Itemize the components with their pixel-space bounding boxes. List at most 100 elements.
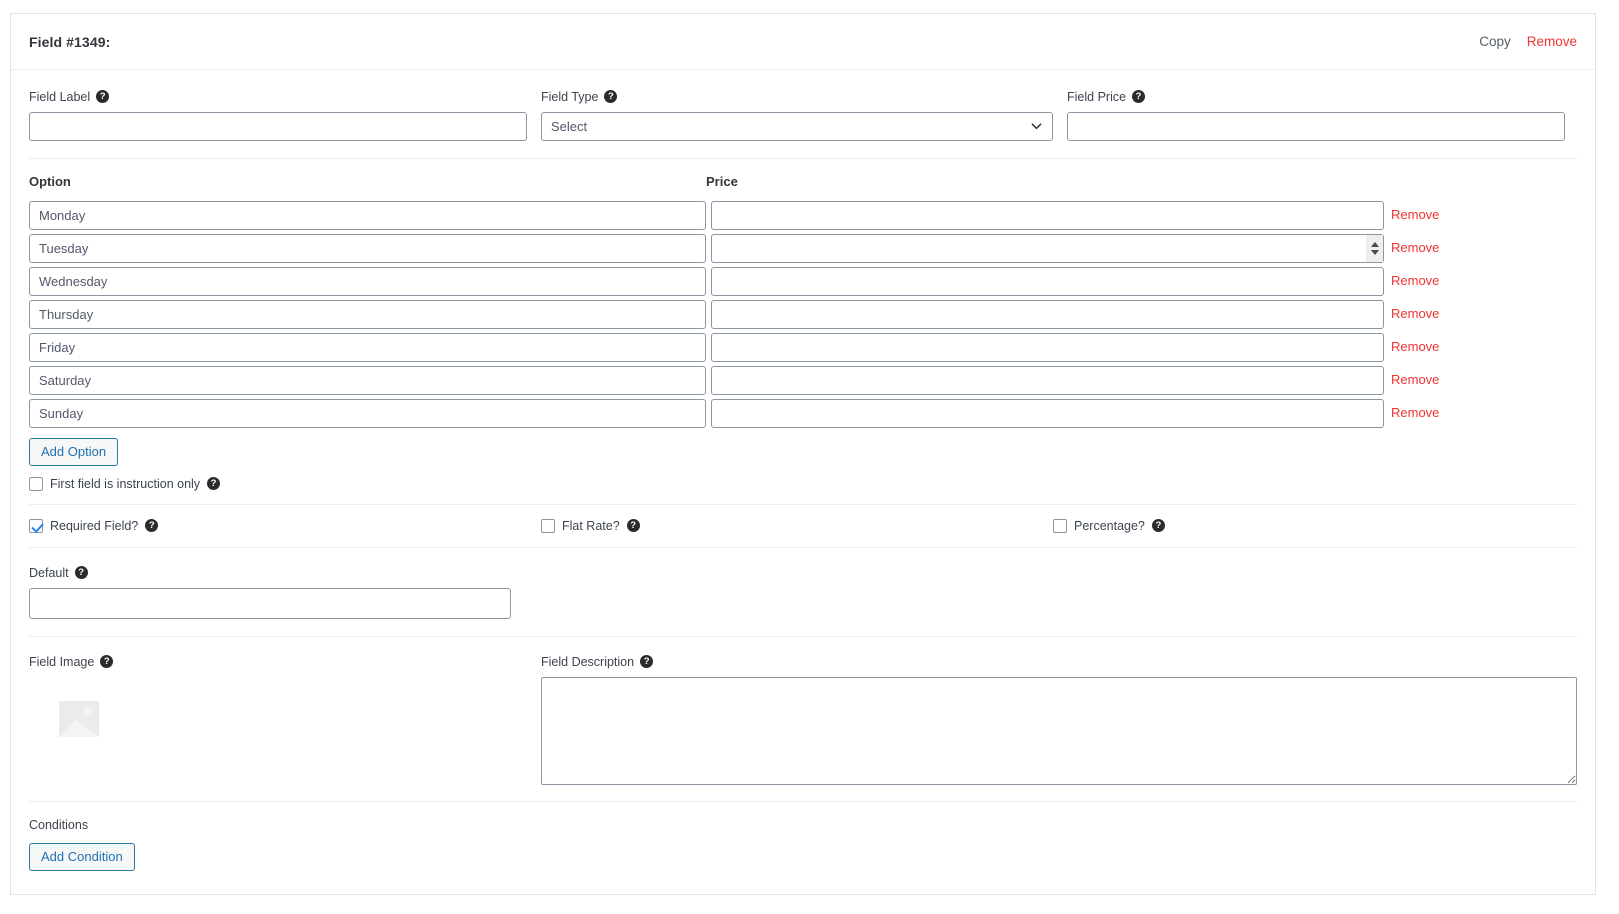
option-cell	[29, 332, 706, 362]
help-icon[interactable]: ?	[1151, 518, 1165, 532]
help-icon[interactable]: ?	[96, 89, 110, 103]
panel-header: Field #1349: Copy Remove	[11, 14, 1595, 70]
image-placeholder-sun	[83, 706, 92, 716]
flat-rate-group: Flat Rate? ?	[541, 518, 1053, 534]
field-price-caption: Field Price ?	[1067, 89, 1146, 104]
option-input[interactable]	[29, 233, 706, 263]
toggles-row: Required Field? ? Flat Rate? ? Percentag…	[11, 505, 1595, 547]
field-type-caption: Field Type ?	[541, 89, 618, 104]
remove-option-link[interactable]: Remove	[1391, 240, 1439, 255]
field-description-textarea[interactable]	[541, 676, 1577, 785]
table-row: Remove	[11, 199, 1595, 232]
help-icon[interactable]: ?	[640, 654, 654, 668]
column-header-price: Price	[706, 173, 738, 189]
spinner-down-icon[interactable]	[1370, 249, 1379, 255]
help-icon[interactable]: ?	[626, 518, 640, 532]
add-condition-button[interactable]: Add Condition	[29, 842, 135, 872]
option-cell	[29, 365, 706, 395]
price-cell	[711, 266, 1384, 296]
flat-rate-label: Flat Rate?	[562, 519, 620, 534]
remove-option-link[interactable]: Remove	[1391, 372, 1439, 387]
price-cell	[711, 200, 1384, 230]
price-input[interactable]	[711, 200, 1384, 230]
field-description-caption: Field Description ?	[541, 654, 654, 669]
remove-cell: Remove	[1391, 305, 1439, 323]
option-cell	[29, 398, 706, 428]
price-cell	[711, 365, 1384, 395]
field-type-text: Field Type	[541, 90, 599, 104]
flat-rate-row: Flat Rate? ?	[541, 518, 1053, 534]
help-icon[interactable]: ?	[145, 518, 159, 532]
help-icon[interactable]: ?	[207, 476, 221, 490]
field-image-group: Field Image ?	[29, 653, 541, 785]
remove-option-link[interactable]: Remove	[1391, 405, 1439, 420]
default-row: Default ?	[11, 548, 1595, 636]
option-cell	[29, 266, 706, 296]
remove-option-link[interactable]: Remove	[1391, 339, 1439, 354]
copy-field-link[interactable]: Copy	[1479, 34, 1511, 49]
field-type-select[interactable]	[541, 111, 1053, 141]
option-input[interactable]	[29, 398, 706, 428]
field-label-input[interactable]	[29, 111, 527, 141]
remove-cell: Remove	[1391, 272, 1439, 290]
default-label: Default	[29, 566, 69, 581]
price-input[interactable]	[711, 266, 1384, 296]
required-field-group: Required Field? ?	[29, 518, 541, 534]
field-price-input[interactable]	[1067, 111, 1565, 141]
table-row: Remove	[11, 364, 1595, 397]
percentage-row: Percentage? ?	[1053, 518, 1453, 534]
column-header-option: Option	[29, 173, 71, 189]
help-icon[interactable]: ?	[604, 89, 618, 103]
option-cell	[29, 200, 706, 230]
field-image-label: Field Image	[29, 655, 95, 670]
default-group: Default ?	[29, 564, 511, 620]
percentage-group: Percentage? ?	[1053, 518, 1453, 534]
flat-rate-checkbox[interactable]	[541, 519, 555, 534]
percentage-checkbox[interactable]	[1053, 519, 1067, 534]
price-input[interactable]	[711, 233, 1384, 263]
add-option-section: Add Option	[11, 437, 1595, 467]
image-placeholder-icon[interactable]	[59, 700, 99, 737]
help-icon[interactable]: ?	[100, 654, 114, 668]
option-input[interactable]	[29, 200, 706, 230]
remove-cell: Remove	[1391, 338, 1439, 356]
option-input[interactable]	[29, 266, 706, 296]
required-field-row: Required Field? ?	[29, 518, 541, 534]
option-cell	[29, 233, 706, 263]
help-icon[interactable]: ?	[1132, 89, 1146, 103]
remove-option-link[interactable]: Remove	[1391, 273, 1439, 288]
price-input[interactable]	[711, 332, 1384, 362]
remove-field-link[interactable]: Remove	[1527, 34, 1577, 49]
first-field-instruction-row: First field is instruction only ?	[29, 476, 1577, 492]
field-price-text: Field Price	[1067, 90, 1127, 104]
options-table-header: Option Price	[11, 174, 1595, 189]
price-cell	[711, 332, 1384, 362]
table-row: Remove	[11, 397, 1595, 430]
table-row: Remove	[11, 331, 1595, 364]
number-spinner[interactable]	[1366, 234, 1383, 262]
remove-cell: Remove	[1391, 404, 1439, 422]
help-icon[interactable]: ?	[74, 566, 88, 580]
remove-cell: Remove	[1391, 239, 1439, 257]
option-input[interactable]	[29, 365, 706, 395]
price-input[interactable]	[711, 365, 1384, 395]
divider	[29, 157, 1577, 159]
header-actions: Copy Remove	[1479, 34, 1577, 49]
option-input[interactable]	[29, 299, 706, 329]
option-input[interactable]	[29, 332, 706, 362]
option-cell	[29, 299, 706, 329]
default-input[interactable]	[29, 588, 511, 620]
remove-option-link[interactable]: Remove	[1391, 306, 1439, 321]
price-input[interactable]	[711, 299, 1384, 329]
spinner-up-icon[interactable]	[1370, 241, 1379, 247]
default-caption: Default ?	[29, 566, 88, 581]
first-field-instruction-checkbox[interactable]	[29, 477, 43, 492]
price-input[interactable]	[711, 398, 1384, 428]
field-type-group: Field Type ?	[541, 88, 1053, 141]
price-cell	[711, 233, 1384, 263]
remove-option-link[interactable]: Remove	[1391, 207, 1439, 222]
required-field-checkbox[interactable]	[29, 519, 43, 534]
field-price-group: Field Price ?	[1067, 88, 1565, 141]
add-option-button[interactable]: Add Option	[29, 437, 119, 467]
field-description-group: Field Description ?	[541, 653, 1577, 785]
